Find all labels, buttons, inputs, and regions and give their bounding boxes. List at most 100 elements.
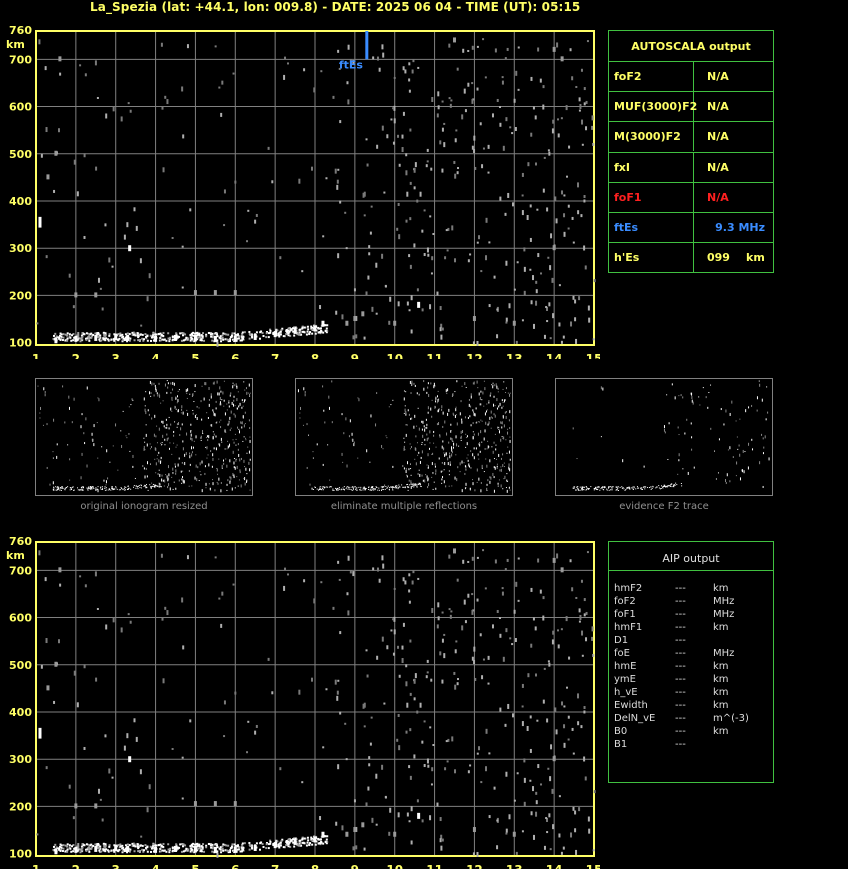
noise-dot [448,43,451,48]
thumb-dot [718,438,720,441]
thumb-dot [504,475,506,479]
thumb-dot [492,450,494,454]
data-point [54,661,58,667]
x-tick-label: 13 [506,352,523,359]
thumb-trace [72,486,74,488]
thumb-dot [86,464,88,468]
data-point [74,335,78,342]
noise-dot [511,643,514,646]
thumb-dot [162,420,164,424]
noise-dot [571,587,574,592]
thumb-dot [212,482,214,486]
thumb-dot [385,435,387,437]
noise-dot [393,76,396,79]
thumb-dot [324,421,326,424]
noise-dot [368,245,371,249]
thumb-dot [411,380,413,384]
thumb-dot [158,427,160,431]
noise-dot [161,106,164,110]
noise-dot [369,231,372,235]
thumb-trace [367,488,369,490]
noise-dot [59,583,62,587]
x-tick-label: 8 [311,863,319,869]
data-point [154,335,158,342]
thumb-trace [100,486,102,488]
thumb-dot [456,443,458,447]
data-point [233,801,237,807]
noise-dot [409,728,412,732]
thumb-dot [456,380,458,383]
thumb-trace [662,487,664,489]
thumb-trace [382,486,384,488]
noise-dot [254,730,257,735]
thumb-dot [424,438,426,441]
thumb-trace [79,489,81,491]
noise-dot [563,742,566,748]
noise-dot [423,209,426,212]
thumb-dot [208,386,210,390]
e-trace-dot [55,846,58,849]
thumb-dot [420,456,422,459]
noise-dot [517,599,520,602]
thumb-dot [493,466,495,469]
thumb-dot [411,485,413,487]
thumb-dot [186,393,188,395]
thumb-dot [460,430,462,434]
thumb-dot [710,427,712,430]
noise-dot [441,838,444,842]
noise-dot [499,196,502,201]
thumb-dot [473,456,475,460]
thumb-trace [124,486,126,488]
noise-dot [404,69,407,74]
e-trace-dot [243,331,246,334]
e-trace-dot [202,843,205,846]
e-trace-dot [150,850,153,853]
thumb-dot [455,414,457,416]
thumb-dot [238,428,240,430]
thumb-dot [502,415,504,418]
thumb-trace [621,486,623,488]
thumb-dot [496,463,498,465]
e-trace-dot [81,338,84,341]
thumb-dot [450,437,452,440]
noise-dot [408,765,411,769]
thumb-dot [506,489,508,493]
thumb-trace [583,486,585,488]
noise-dot [537,253,540,258]
noise-dot [161,617,164,621]
thumb-dot [417,472,419,475]
thumb-dot [487,479,489,482]
thumb-dot [745,409,747,413]
noise-dot [577,182,580,188]
thumb-dot [40,406,42,410]
thumb-dot [181,405,183,409]
e-trace-dot [222,843,225,846]
data-point [233,335,237,342]
thumb-trace [599,489,601,491]
thumb-dot [472,382,474,385]
e-trace-dot [277,332,280,335]
noise-dot [57,128,60,133]
thumb-dot [53,418,55,422]
thumb-dot [423,425,425,428]
noise-dot [412,59,415,63]
thumb-dot [201,385,203,387]
thumb-dot [509,468,511,472]
thumb-dot [167,386,169,389]
noise-dot [390,629,393,632]
thumb-dot [228,421,230,425]
e-trace-dot [133,339,136,342]
thumb-dot [246,391,248,395]
noise-dot [216,852,219,858]
noise-dot [563,231,566,237]
thumb-dot [224,412,226,416]
thumb-dot [128,406,130,408]
thumb-trace [350,488,352,490]
thumb-dot [184,453,186,457]
noise-dot [390,118,393,121]
thumb-trace [80,487,82,489]
noise-dot [393,587,396,590]
e-trace-dot [66,339,69,342]
thumb-trace [120,489,122,491]
thumb-trace [619,486,621,488]
